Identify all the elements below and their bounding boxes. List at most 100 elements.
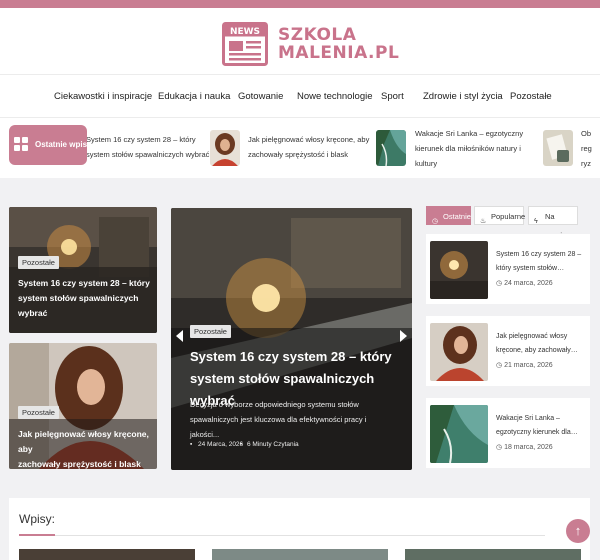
- slider-next-icon[interactable]: [400, 330, 407, 342]
- post-thumbnail[interactable]: [212, 549, 388, 560]
- side-post-title-line: Jak pielęgnować włosy: [496, 333, 568, 340]
- tab-label: Ostatnie: [443, 212, 471, 221]
- ticker-item-line: kierunek dla miłośników natury i: [415, 144, 521, 153]
- tab-ostatnie[interactable]: ◷ Ostatnie: [426, 206, 471, 225]
- post-thumbnail[interactable]: [19, 549, 195, 560]
- side-post-date-text: 18 marca, 2026: [504, 444, 553, 451]
- nav-item-sport[interactable]: Sport: [381, 91, 404, 102]
- tab-label: Popularne: [491, 212, 526, 221]
- ticker-item-line: ryz: [581, 159, 591, 168]
- ticker-item-line: system stołów spawalniczych wybrać: [86, 150, 210, 159]
- posts-section-title: Wpisy:: [19, 512, 55, 526]
- featured-card-welding[interactable]: Pozostałe System 16 czy system 28 – któr…: [9, 207, 157, 333]
- nav-item-gotowanie[interactable]: Gotowanie: [238, 91, 283, 102]
- grid-icon: [14, 137, 30, 153]
- woman-curly-hair-thumbnail: [430, 323, 488, 381]
- side-post-date: ◷ 24 marca, 2026: [496, 279, 553, 287]
- side-post-date-text: 24 marca, 2026: [504, 280, 553, 287]
- woman-curly-hair-thumbnail: [210, 130, 240, 166]
- newspaper-icon: NEWS: [222, 22, 268, 66]
- side-post-title[interactable]: Jak pielęgnować włosy kręcone, aby zacho…: [496, 330, 586, 358]
- ticker-item-title: System 16 czy system 28 – który system s…: [86, 132, 210, 162]
- category-badge[interactable]: Pozostałe: [18, 256, 59, 269]
- side-post-date: ◷ 21 marca, 2026: [496, 361, 553, 369]
- ticker-item-title: Jak pielęgnować włosy kręcone, aby zacho…: [248, 132, 372, 162]
- document-thumbnail: [543, 130, 573, 166]
- hero-date: 24 Marca, 2026: [198, 441, 244, 448]
- tab-popularne[interactable]: ♨ Popularne: [474, 206, 526, 225]
- hero-excerpt-line: Decyzja o wyborze odpowiedniego systemu …: [190, 400, 359, 409]
- card-title[interactable]: Jak pielęgnować włosy kręcone, aby zacho…: [18, 427, 153, 469]
- post-thumbnail[interactable]: [405, 549, 581, 560]
- coast-aerial-thumbnail: [430, 405, 488, 463]
- ticker-item-line: Ob: [581, 129, 592, 138]
- hero-excerpt: Decyzja o wyborze odpowiedniego systemu …: [190, 397, 386, 442]
- tab-na-czasie[interactable]: ϟNa czasie: [528, 206, 578, 240]
- clock-icon: ◷: [496, 362, 505, 369]
- card-title-line: System 16 czy system 28 – który: [18, 278, 150, 288]
- clock-icon: ◷: [432, 218, 439, 225]
- coast-aerial-thumbnail: [376, 130, 406, 166]
- bolt-icon: ϟ: [534, 218, 538, 225]
- ticker-item-line: Wakacje Sri Lanka – egzotyczny: [415, 129, 524, 138]
- card-title[interactable]: System 16 czy system 28 – który system s…: [18, 276, 153, 321]
- card-title-line: zachowały sprężystość i blask: [18, 459, 141, 469]
- ticker-item[interactable]: Ob reg ryz: [543, 126, 600, 170]
- ticker-item-line: kultury: [415, 159, 438, 168]
- nav-item-nowe-technologie[interactable]: Nowe technologie: [297, 91, 373, 102]
- side-post-title[interactable]: System 16 czy system 28 – który system s…: [496, 248, 586, 276]
- nav-item-ciekawostki[interactable]: Ciekawostki i inspiracje: [54, 91, 152, 102]
- side-post-title-line: który system stołów…: [496, 265, 565, 272]
- nav-item-zdrowie[interactable]: Zdrowie i styl życia: [423, 91, 503, 102]
- ticker-item-line: System 16 czy system 28 – który: [86, 135, 196, 144]
- welding-thumbnail: [430, 241, 488, 299]
- logo-news-label: NEWS: [230, 27, 260, 37]
- clock-icon: •: [240, 441, 243, 448]
- calendar-icon: ▪: [190, 441, 193, 448]
- ticker-item-title: Ob reg ryz: [581, 126, 600, 171]
- posts-section: Wpisy:: [9, 498, 590, 560]
- main-navigation: Ciekawostki i inspiracje Edukacja i nauk…: [0, 74, 600, 118]
- card-title-line: Jak pielęgnować włosy kręcone, aby: [18, 429, 149, 454]
- clock-icon: ◷: [496, 444, 505, 451]
- side-post-title[interactable]: Wakacje Sri Lanka – egzotyczny kierunek …: [496, 412, 586, 440]
- side-post-date-text: 21 marca, 2026: [504, 362, 553, 369]
- ticker-item[interactable]: Jak pielęgnować włosy kręcone, aby zacho…: [210, 126, 370, 170]
- side-post-title-line: egzotyczny kierunek dla…: [496, 429, 578, 436]
- hero-excerpt-line: spawalniczych jest kluczowa dla efektywn…: [190, 415, 367, 439]
- nav-item-pozostale[interactable]: Pozostałe: [510, 91, 552, 102]
- recent-posts-badge: Ostatnie wpisy: [9, 125, 91, 165]
- ticker-item-title: Wakacje Sri Lanka – egzotyczny kierunek …: [415, 126, 539, 171]
- ticker-item-line: zachowały sprężystość i blask: [248, 150, 349, 159]
- category-badge[interactable]: Pozostałe: [190, 325, 231, 338]
- back-to-top-button[interactable]: ↑: [566, 519, 590, 543]
- side-post[interactable]: System 16 czy system 28 – który system s…: [426, 234, 590, 304]
- ticker-item-line: reg: [581, 144, 592, 153]
- featured-card-hair[interactable]: Pozostałe Jak pielęgnować włosy kręcone,…: [9, 343, 157, 469]
- side-post-date: ◷ 18 marca, 2026: [496, 443, 553, 451]
- ticker-item-line: Jak pielęgnować włosy kręcone, aby: [248, 135, 370, 144]
- slider-prev-icon[interactable]: [176, 330, 183, 342]
- side-post[interactable]: Wakacje Sri Lanka – egzotyczny kierunek …: [426, 398, 590, 468]
- section-divider: [19, 535, 545, 536]
- side-post-title-line: System 16 czy system 28 –: [496, 251, 582, 258]
- side-post-title-line: Wakacje Sri Lanka –: [496, 415, 560, 422]
- hero-read-time: 6 Minuty Czytania: [247, 441, 299, 448]
- side-post[interactable]: Jak pielęgnować włosy kręcone, aby zacho…: [426, 316, 590, 386]
- recent-posts-ticker: Ostatnie wpisy System 16 czy system 28 –…: [0, 118, 600, 178]
- section-divider-accent: [19, 534, 55, 536]
- site-header: NEWS SZKOLA MALENIA.PL: [0, 8, 600, 74]
- top-accent-bar: [0, 0, 600, 8]
- ticker-item[interactable]: Wakacje Sri Lanka – egzotyczny kierunek …: [376, 126, 540, 170]
- card-title-line: system stołów spawalniczych: [18, 293, 139, 303]
- side-post-title-line: kręcone, aby zachowały…: [496, 347, 578, 354]
- clock-icon: ◷: [496, 280, 505, 287]
- category-badge[interactable]: Pozostałe: [18, 406, 59, 419]
- site-logo[interactable]: NEWS SZKOLA MALENIA.PL: [222, 22, 399, 68]
- site-name-line1: SZKOLA: [278, 25, 357, 45]
- site-name: SZKOLA MALENIA.PL: [278, 26, 399, 62]
- flame-icon: ♨: [480, 218, 487, 225]
- nav-item-edukacja[interactable]: Edukacja i nauka: [158, 91, 230, 102]
- site-name-line2: MALENIA.PL: [278, 43, 400, 63]
- card-title-line: wybrać: [18, 308, 48, 318]
